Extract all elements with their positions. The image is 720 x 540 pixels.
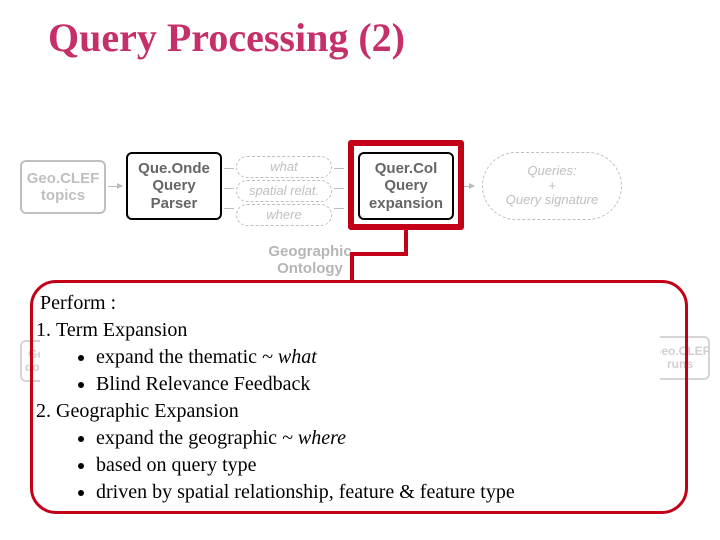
- label: Queries: + Query signature: [483, 164, 621, 209]
- label: Que.Onde Query Parser: [128, 160, 220, 212]
- list-subitem: based on query type: [96, 452, 660, 479]
- connector: [334, 168, 344, 169]
- subitem-text: expand the geographic ~ where: [96, 427, 346, 449]
- connector: [334, 188, 344, 189]
- label: Quer.Col Query expansion: [360, 160, 452, 212]
- subitem-text: expand the thematic ~ what: [96, 346, 317, 368]
- label: Geographic Ontology: [268, 243, 351, 277]
- connector: [224, 188, 234, 189]
- label: what: [237, 160, 331, 175]
- pill-what: what: [236, 156, 332, 178]
- block-quercol: Quer.Col Query expansion: [358, 152, 454, 220]
- page-title: Query Processing (2): [48, 14, 405, 61]
- pill-where: where: [236, 204, 332, 226]
- pill-queries-signature: Queries: + Query signature: [482, 152, 622, 220]
- red-connector-h1: [350, 252, 408, 256]
- list-subitem: driven by spatial relationship, feature …: [96, 479, 660, 506]
- arrow-icon: [108, 186, 122, 187]
- list-subitem: Blind Relevance Feedback: [96, 371, 660, 398]
- item-title: Geographic Expansion: [56, 400, 239, 422]
- label: Geo.CLEF topics: [22, 170, 104, 205]
- perform-heading: Perform :: [40, 290, 660, 317]
- connector: [334, 208, 344, 209]
- subitem-text: Blind Relevance Feedback: [96, 373, 310, 395]
- subitem-text: driven by spatial relationship, feature …: [96, 481, 515, 503]
- label: spatial relat.: [237, 184, 331, 199]
- arrow-icon: [460, 186, 474, 187]
- label: Geo.CLEF runs: [652, 345, 708, 371]
- list-subitem: expand the thematic ~ what: [96, 344, 660, 371]
- subitem-text: based on query type: [96, 454, 257, 476]
- perform-body: Perform : Term Expansion expand the them…: [40, 290, 660, 506]
- connector: [224, 208, 234, 209]
- list-item: Geographic Expansion expand the geograph…: [56, 398, 660, 506]
- red-connector-v1: [404, 230, 408, 254]
- list-subitem: expand the geographic ~ where: [96, 425, 660, 452]
- list-item: Term Expansion expand the thematic ~ wha…: [56, 317, 660, 398]
- pill-spatial-relat: spatial relat.: [236, 180, 332, 202]
- connector: [224, 168, 234, 169]
- block-geoclef-topics: Geo.CLEF topics: [20, 160, 106, 214]
- label: where: [237, 208, 331, 223]
- item-title: Term Expansion: [56, 319, 187, 341]
- block-queonde: Que.Onde Query Parser: [126, 152, 222, 220]
- red-connector-v2: [350, 252, 354, 282]
